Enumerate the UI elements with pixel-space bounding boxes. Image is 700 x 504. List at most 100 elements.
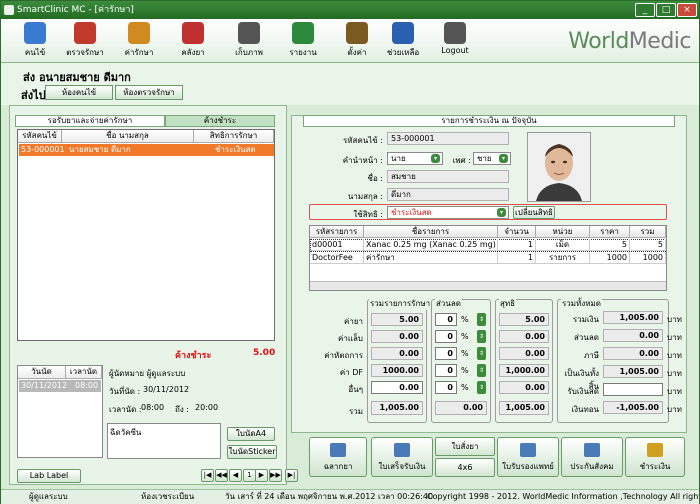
col-appt-time: เวลานัด — [66, 366, 102, 379]
social-security-button[interactable]: ประกันสังคม — [561, 437, 623, 477]
goto-exam-room-button[interactable]: ห้องตรวจรักษา — [115, 85, 183, 100]
change-rights-button[interactable]: เปลี่ยนสิทธิ — [513, 206, 555, 219]
discount-stepper[interactable]: ⇕ — [477, 330, 486, 343]
table-row[interactable]: 53-000001 นายสมชาย ดีมาก ชำระเงินสด — [19, 144, 274, 156]
table-row[interactable]: 30/11/2012 08:00 — [19, 380, 101, 392]
toolbar-settings-button[interactable]: ตั้งค่า — [335, 22, 379, 59]
pager-button[interactable]: ◀◀ — [215, 469, 228, 482]
toolbar-logout-button[interactable]: Logout — [433, 22, 477, 55]
toolbar-doctor-button[interactable]: ตรวจรักษา — [63, 22, 107, 59]
queue-list: รหัสคนไข้ ชื่อ นามสกุล สิทธิการรักษา 53-… — [17, 129, 275, 341]
payment-title: รายการชำระเงิน ณ ปัจจุบัน — [303, 115, 675, 127]
cell-name: ค่ารักษา — [364, 252, 498, 264]
prefix-select[interactable]: นาย ▾ — [387, 152, 443, 165]
row-right: ชำระเงินสด — [215, 145, 256, 154]
discount-input[interactable]: 0 — [435, 364, 457, 377]
owed-value: 5.00 — [253, 348, 276, 358]
prefix-label: คำนำหน้า : — [342, 156, 383, 165]
pay-button[interactable]: ชำระเงิน — [625, 437, 685, 477]
percent-sign: % — [461, 366, 469, 375]
total-label: รวมเงิน — [572, 315, 599, 324]
currency-unit: บาท — [667, 405, 682, 414]
total-label: ภาษี — [583, 351, 599, 360]
toolbar-camera-button[interactable]: เก็บภาพ — [227, 22, 271, 59]
pager-button[interactable]: ▶▶ — [269, 469, 282, 482]
pager-button[interactable]: ◀ — [229, 469, 242, 482]
col-price: ราคา — [590, 226, 630, 238]
horizontal-scrollbar[interactable] — [310, 281, 666, 290]
action-label: ใบเสร็จรับเงิน — [378, 462, 426, 471]
toolbar-label: ตั้งค่า — [347, 48, 367, 57]
line-net: 5.00 — [499, 313, 549, 326]
line-amount: 5.00 — [371, 313, 423, 326]
other-amount-input[interactable]: 0.00 — [371, 381, 423, 394]
lname-field: ดีมาก — [387, 188, 509, 201]
col-total: รวม — [630, 226, 666, 238]
discount-stepper[interactable]: ⇕ — [477, 347, 486, 360]
medical-certificate-button[interactable]: ใบรับรองแพทย์ — [497, 437, 559, 477]
minimize-button[interactable]: _ — [635, 3, 655, 17]
printer-icon — [584, 443, 600, 457]
cash-received-input[interactable]: 0.00 — [603, 383, 663, 396]
toolbar-report-button[interactable]: รายงาน — [281, 22, 325, 59]
rights-select[interactable]: ชำระเงินสด ▾ — [387, 206, 509, 219]
discount-input[interactable]: 0 — [435, 330, 457, 343]
discount-input[interactable]: 0 — [435, 381, 457, 394]
chevron-down-icon: ▾ — [497, 208, 506, 217]
lab-label-button[interactable]: Lab Label — [17, 469, 81, 483]
discount-stepper[interactable]: ⇕ — [477, 381, 486, 394]
patient-name-header: ส่ง อนายสมชาย ดีมาก — [23, 71, 131, 84]
discount-stepper[interactable]: ⇕ — [477, 313, 486, 326]
currency-unit: บาท — [667, 351, 682, 360]
total-value: 1,005.00 — [603, 311, 663, 324]
action-label: ชำระเงิน — [639, 462, 671, 471]
cell-unit: เม็ด — [536, 239, 590, 251]
toolbar-help-button[interactable]: ช่วยเหลือ — [381, 22, 425, 59]
close-button[interactable]: × — [677, 3, 697, 17]
maximize-button[interactable]: □ — [656, 3, 676, 17]
rights-label: ใช้สิทธิ : — [353, 210, 383, 219]
hn-field: 53-000001 — [387, 132, 509, 145]
appt-title: ผู้นัดหมาย ผู้ดูแลระบบ — [109, 369, 186, 378]
currency-unit: บาท — [667, 387, 682, 396]
pager-button[interactable]: ▶ — [255, 469, 268, 482]
appointment-note[interactable]: ฉีดวัคซีน — [107, 423, 221, 459]
appt-date-label: วันที่นัด : — [109, 387, 141, 396]
fname-label: ชื่อ : — [367, 174, 383, 183]
col-appt-date: วันนัด — [18, 366, 66, 379]
percent-sign: % — [461, 383, 469, 392]
appt-row-date: 30/11/2012 — [21, 381, 68, 390]
appt-time-to-label: ถึง : — [175, 405, 189, 414]
doctor-icon — [74, 22, 96, 44]
appointment-sticker-button[interactable]: ใบนัดSticker — [227, 445, 277, 459]
fname-field: สมชาย — [387, 170, 509, 183]
sum-label: รวม — [348, 407, 363, 416]
appointment-a4-button[interactable]: ใบนัดA4 — [227, 427, 275, 441]
print-4x6-button[interactable]: 4x6 — [435, 458, 495, 477]
patient-photo-image — [528, 133, 590, 201]
report-icon — [292, 22, 314, 44]
print-prescription-button[interactable]: ใบสั่งยา — [435, 437, 495, 456]
currency-unit: บาท — [667, 369, 682, 378]
tab-outstanding[interactable]: ค้างชำระ — [165, 115, 275, 127]
discount-stepper[interactable]: ⇕ — [477, 364, 486, 377]
discount-input[interactable]: 0 — [435, 347, 457, 360]
tab-waiting[interactable]: รอรับยาและจ่ายค่ารักษา — [15, 115, 165, 127]
col-unit: หน่วย — [536, 226, 590, 238]
pager-button[interactable]: ▶| — [285, 469, 298, 482]
print-receipt-button[interactable]: ใบเสร็จรับเงิน — [371, 437, 433, 477]
print-drug-label-button[interactable]: ฉลากยา — [309, 437, 367, 477]
toolbar-medicine-button[interactable]: คลังยา — [171, 22, 215, 59]
toolbar-label: คลังยา — [181, 48, 205, 57]
logout-icon — [444, 22, 466, 44]
discount-input[interactable]: 0 — [435, 313, 457, 326]
toolbar-money-button[interactable]: ค่ารักษา — [117, 22, 161, 59]
line-label: ค่าหัตถการ — [324, 351, 363, 360]
line-amount: 0.00 — [371, 347, 423, 360]
appt-date: 30/11/2012 — [143, 385, 190, 394]
sex-select[interactable]: ชาย ▾ — [473, 152, 511, 165]
toolbar-patient-button[interactable]: คนไข้ — [13, 22, 57, 59]
goto-patient-room-button[interactable]: ห้องคนไข้ — [45, 85, 113, 100]
appt-time-to: 20:00 — [195, 403, 219, 412]
pager-button[interactable]: |◀ — [201, 469, 214, 482]
